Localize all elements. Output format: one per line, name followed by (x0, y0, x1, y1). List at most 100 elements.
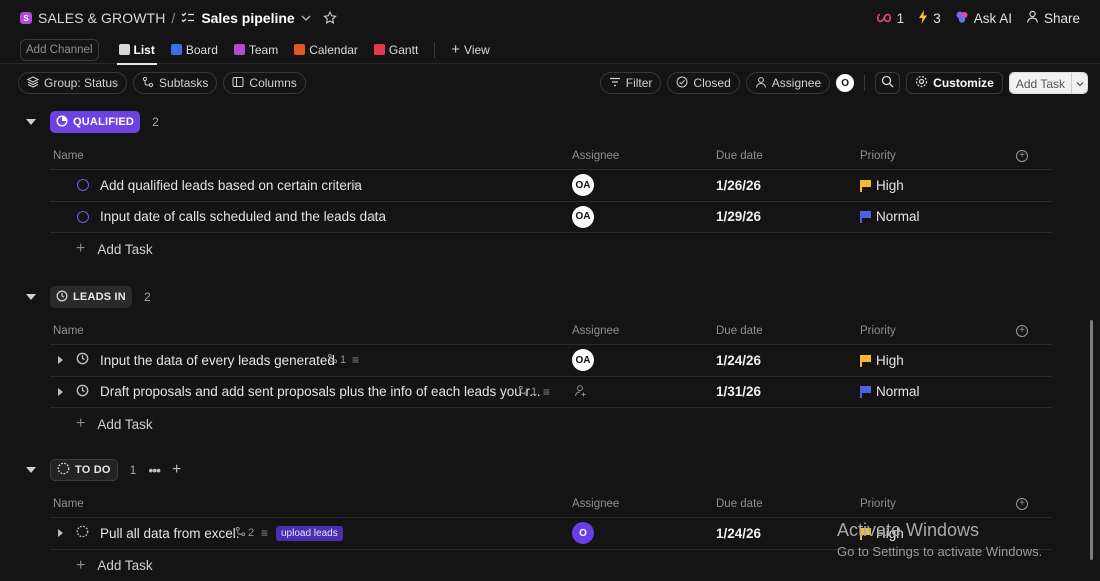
collapse-caret-icon[interactable] (26, 467, 36, 473)
due-date[interactable]: 1/24/26 (716, 353, 761, 368)
automations-button[interactable]: 1 (876, 10, 905, 26)
status-qualified-icon[interactable] (77, 179, 89, 192)
column-due-date[interactable]: Due date (716, 498, 763, 510)
customize-button[interactable]: Customize (906, 72, 1003, 94)
priority[interactable]: Normal (860, 209, 920, 224)
table-row[interactable]: Add qualified leads based on certain cri… (50, 170, 1052, 202)
tag-badge[interactable]: upload leads (276, 525, 343, 541)
subtask-count[interactable]: 1 (327, 353, 346, 367)
column-assignee[interactable]: Assignee (572, 150, 619, 162)
column-name[interactable]: Name (53, 150, 84, 162)
add-task-label: Add Task (97, 241, 153, 257)
list-icon (118, 44, 130, 55)
chevron-down-icon[interactable] (301, 14, 311, 22)
expand-subtasks-icon[interactable] (58, 529, 63, 538)
avatar[interactable]: OA (572, 349, 594, 372)
subtask-count[interactable]: 2 (235, 526, 254, 540)
expand-subtasks-icon[interactable] (58, 387, 63, 396)
tab-team[interactable]: Team (230, 36, 282, 64)
status-label: LEADS IN (73, 291, 126, 303)
add-task-row[interactable]: + Add Task (76, 408, 1100, 440)
add-view-button[interactable]: + View (447, 36, 494, 64)
closed-button[interactable]: Closed (667, 72, 740, 94)
column-priority[interactable]: Priority (860, 150, 896, 162)
column-name[interactable]: Name (53, 498, 84, 510)
add-status-icon[interactable]: + (172, 461, 181, 479)
avatar[interactable]: O (572, 522, 594, 545)
search-button[interactable] (875, 72, 901, 94)
vertical-scrollbar[interactable] (1090, 320, 1093, 560)
add-task-label: Add Task (97, 558, 153, 573)
breadcrumb-space[interactable]: SALES & GROWTH (38, 10, 165, 26)
assignee-filter-button[interactable]: Assignee (745, 72, 831, 94)
add-assignee-icon[interactable] (574, 384, 587, 400)
ask-ai-button[interactable]: Ask AI (955, 10, 1012, 27)
task-name[interactable]: Draft proposals and add sent proposals p… (100, 384, 541, 399)
due-date[interactable]: 1/26/26 (716, 178, 761, 193)
table-row[interactable]: Draft proposals and add sent proposals p… (50, 377, 1052, 408)
filter-icon (609, 76, 621, 90)
group-by-button[interactable]: Group: Status (18, 72, 128, 94)
bolt-button[interactable]: 3 (918, 9, 941, 27)
column-priority[interactable]: Priority (860, 325, 896, 337)
status-pill[interactable]: QUALIFIED (50, 111, 141, 133)
priority[interactable]: High (860, 178, 904, 193)
status-leads-in-icon[interactable] (76, 352, 89, 368)
flag-icon (860, 354, 871, 367)
add-task-button[interactable]: Add Task (1009, 73, 1071, 93)
status-pill[interactable]: TO DO (50, 459, 118, 481)
columns-button[interactable]: Columns (223, 72, 306, 94)
add-column-icon[interactable]: + (1016, 149, 1028, 162)
me-avatar[interactable]: O (836, 74, 855, 92)
tab-gantt[interactable]: Gantt (370, 36, 422, 64)
add-column-icon[interactable]: + (1016, 324, 1028, 337)
status-leads-in-icon[interactable] (76, 384, 89, 400)
tab-calendar[interactable]: Calendar (290, 36, 362, 64)
check-circle-icon (676, 76, 688, 91)
column-due-date[interactable]: Due date (716, 325, 763, 337)
task-name[interactable]: Input date of calls scheduled and the le… (100, 209, 386, 224)
column-name[interactable]: Name (53, 325, 84, 337)
table-row[interactable]: Input the data of every leads generated … (50, 345, 1052, 377)
column-priority[interactable]: Priority (860, 498, 896, 510)
add-column-icon[interactable]: + (1016, 497, 1028, 510)
task-name[interactable]: Pull all data from excel. (100, 526, 240, 541)
task-name[interactable]: Add qualified leads based on certain cri… (100, 178, 362, 193)
page-title[interactable]: Sales pipeline (201, 10, 294, 26)
status-pill[interactable]: LEADS IN (50, 286, 132, 308)
filter-button[interactable]: Filter (599, 72, 662, 94)
column-due-date[interactable]: Due date (716, 150, 763, 162)
checklist-icon (181, 12, 195, 24)
status-to-do-icon[interactable] (76, 525, 89, 541)
column-assignee[interactable]: Assignee (572, 498, 619, 510)
windows-activation-watermark: Activate Windows Go to Settings to activ… (837, 520, 1042, 559)
space-avatar[interactable]: S (20, 12, 32, 24)
avatar[interactable]: OA (572, 174, 594, 197)
group-by-label: Group: Status (44, 76, 119, 90)
view-tabs-bar: Add Channel List Board Team Calendar Gan… (0, 36, 1100, 65)
subtasks-button[interactable]: Subtasks (133, 72, 218, 94)
tab-list[interactable]: List (115, 36, 159, 65)
due-date[interactable]: 1/31/26 (716, 384, 761, 399)
add-task-row[interactable]: + Add Task (76, 233, 1100, 265)
add-task-dropdown[interactable] (1071, 73, 1087, 93)
add-channel-button[interactable]: Add Channel (20, 38, 99, 61)
automations-count: 1 (896, 10, 905, 26)
column-assignee[interactable]: Assignee (572, 325, 619, 337)
status-qualified-icon[interactable] (77, 210, 89, 223)
collapse-caret-icon[interactable] (26, 294, 36, 300)
collapse-caret-icon[interactable] (26, 119, 36, 125)
expand-subtasks-icon[interactable] (58, 356, 63, 365)
more-options-icon[interactable]: ••• (148, 462, 161, 478)
subtask-count[interactable]: 1 (518, 385, 537, 399)
priority[interactable]: High (860, 353, 904, 368)
task-name[interactable]: Input the data of every leads generated (100, 353, 335, 368)
table-row[interactable]: Input date of calls scheduled and the le… (50, 202, 1052, 233)
avatar[interactable]: OA (572, 205, 594, 228)
star-icon[interactable] (322, 11, 337, 25)
priority[interactable]: Normal (860, 384, 920, 399)
share-button[interactable]: Share (1026, 10, 1080, 26)
due-date[interactable]: 1/24/26 (716, 526, 761, 541)
due-date[interactable]: 1/29/26 (716, 209, 761, 224)
tab-board[interactable]: Board (167, 36, 222, 64)
